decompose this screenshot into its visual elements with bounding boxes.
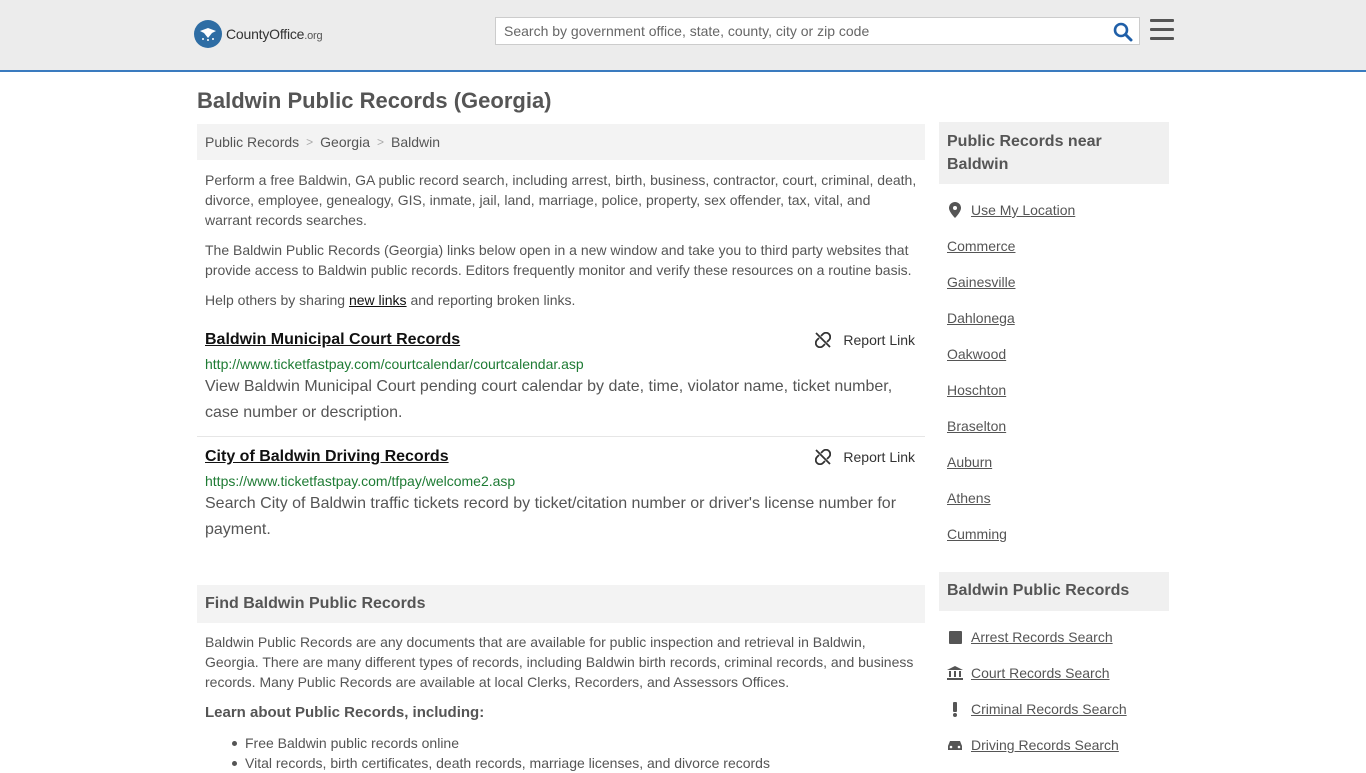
city-link[interactable]: Commerce	[947, 238, 1015, 254]
search-box	[495, 17, 1140, 45]
sidebar-item-criminal: Criminal Records Search	[947, 691, 1127, 727]
city-link[interactable]: Braselton	[947, 418, 1006, 434]
find-records-heading: Find Baldwin Public Records	[197, 585, 925, 623]
city-link[interactable]: Dahlonega	[947, 310, 1015, 326]
city-link[interactable]: Oakwood	[947, 346, 1006, 362]
exclamation-icon	[947, 701, 963, 717]
sidebar-item-cumming: Cumming	[947, 516, 1075, 552]
divider	[197, 436, 925, 437]
sidebar-item-hoschton: Hoschton	[947, 372, 1075, 408]
page-title: Baldwin Public Records (Georgia)	[197, 88, 552, 113]
top-header: CountyOffice.org	[0, 0, 1366, 72]
record-description: View Baldwin Municipal Court pending cou…	[205, 378, 893, 421]
city-link[interactable]: Cumming	[947, 526, 1007, 542]
record-url: http://www.ticketfastpay.com/courtcalend…	[205, 356, 584, 372]
records-categories-heading: Baldwin Public Records	[939, 572, 1169, 611]
report-link-button[interactable]: Report Link	[815, 449, 915, 465]
report-link-label: Report Link	[843, 449, 915, 465]
use-my-location-link[interactable]: Use My Location	[971, 202, 1075, 218]
share-paragraph: Help others by sharing new links and rep…	[205, 292, 576, 308]
breadcrumb-separator: >	[376, 135, 384, 149]
list-item: Free Baldwin public records online	[232, 733, 770, 753]
record-description: Search City of Baldwin traffic tickets r…	[205, 495, 897, 538]
sidebar-item-oakwood: Oakwood	[947, 336, 1075, 372]
logo-seal-icon	[194, 20, 222, 48]
report-link-button[interactable]: Report Link	[815, 332, 915, 348]
learn-list: Free Baldwin public records online Vital…	[232, 733, 770, 773]
sidebar-item-driving: Driving Records Search	[947, 727, 1127, 763]
sidebar-item-dahlonega: Dahlonega	[947, 300, 1075, 336]
criminal-records-link[interactable]: Criminal Records Search	[971, 701, 1127, 717]
sidebar-item-gainesville: Gainesville	[947, 264, 1075, 300]
find-records-paragraph: Baldwin Public Records are any documents…	[205, 634, 914, 690]
sidebar-item-auburn: Auburn	[947, 444, 1075, 480]
use-location-item: Use My Location	[947, 192, 1075, 228]
sidebar-item-court: Court Records Search	[947, 655, 1127, 691]
driving-records-link[interactable]: Driving Records Search	[971, 737, 1119, 753]
sidebar-item-commerce: Commerce	[947, 228, 1075, 264]
broken-link-icon	[815, 332, 832, 348]
breadcrumb-separator: >	[306, 135, 314, 149]
new-links-link[interactable]: new links	[349, 292, 407, 308]
sidebar-item-braselton: Braselton	[947, 408, 1075, 444]
arrest-records-link[interactable]: Arrest Records Search	[971, 629, 1113, 645]
logo-text: CountyOffice.org	[226, 26, 323, 42]
intro-paragraph: Perform a free Baldwin, GA public record…	[205, 172, 917, 228]
search-input[interactable]	[496, 18, 1106, 44]
disclaimer-paragraph: The Baldwin Public Records (Georgia) lin…	[205, 242, 912, 278]
city-link[interactable]: Hoschton	[947, 382, 1006, 398]
broken-link-icon	[815, 449, 832, 465]
breadcrumb: Public Records > Georgia > Baldwin	[197, 124, 925, 160]
city-link[interactable]: Athens	[947, 490, 991, 506]
learn-heading: Learn about Public Records, including:	[205, 704, 485, 721]
breadcrumb-baldwin[interactable]: Baldwin	[391, 134, 440, 150]
sidebar-item-athens: Athens	[947, 480, 1075, 516]
car-icon	[947, 737, 963, 753]
court-records-link[interactable]: Court Records Search	[971, 665, 1110, 681]
report-link-label: Report Link	[843, 332, 915, 348]
near-cities-list: Use My Location Commerce Gainesville Dah…	[947, 192, 1075, 552]
courthouse-icon	[947, 665, 963, 681]
map-marker-icon	[947, 202, 963, 218]
record-title-link[interactable]: City of Baldwin Driving Records	[205, 448, 449, 466]
breadcrumb-georgia[interactable]: Georgia	[320, 134, 370, 150]
list-item: Vital records, birth certificates, death…	[232, 755, 770, 771]
square-icon	[947, 629, 963, 645]
hamburger-menu-icon[interactable]	[1150, 19, 1174, 41]
city-link[interactable]: Gainesville	[947, 274, 1015, 290]
site-logo[interactable]: CountyOffice.org	[194, 20, 323, 48]
city-link[interactable]: Auburn	[947, 454, 992, 470]
record-url: https://www.ticketfastpay.com/tfpay/welc…	[205, 473, 516, 489]
records-categories-list: Arrest Records Search Court Records Sear…	[947, 619, 1127, 763]
search-icon[interactable]	[1113, 22, 1133, 42]
near-records-heading: Public Records near Baldwin	[939, 122, 1169, 184]
breadcrumb-public-records[interactable]: Public Records	[205, 134, 299, 150]
record-title-link[interactable]: Baldwin Municipal Court Records	[205, 331, 460, 349]
sidebar-item-arrest: Arrest Records Search	[947, 619, 1127, 655]
